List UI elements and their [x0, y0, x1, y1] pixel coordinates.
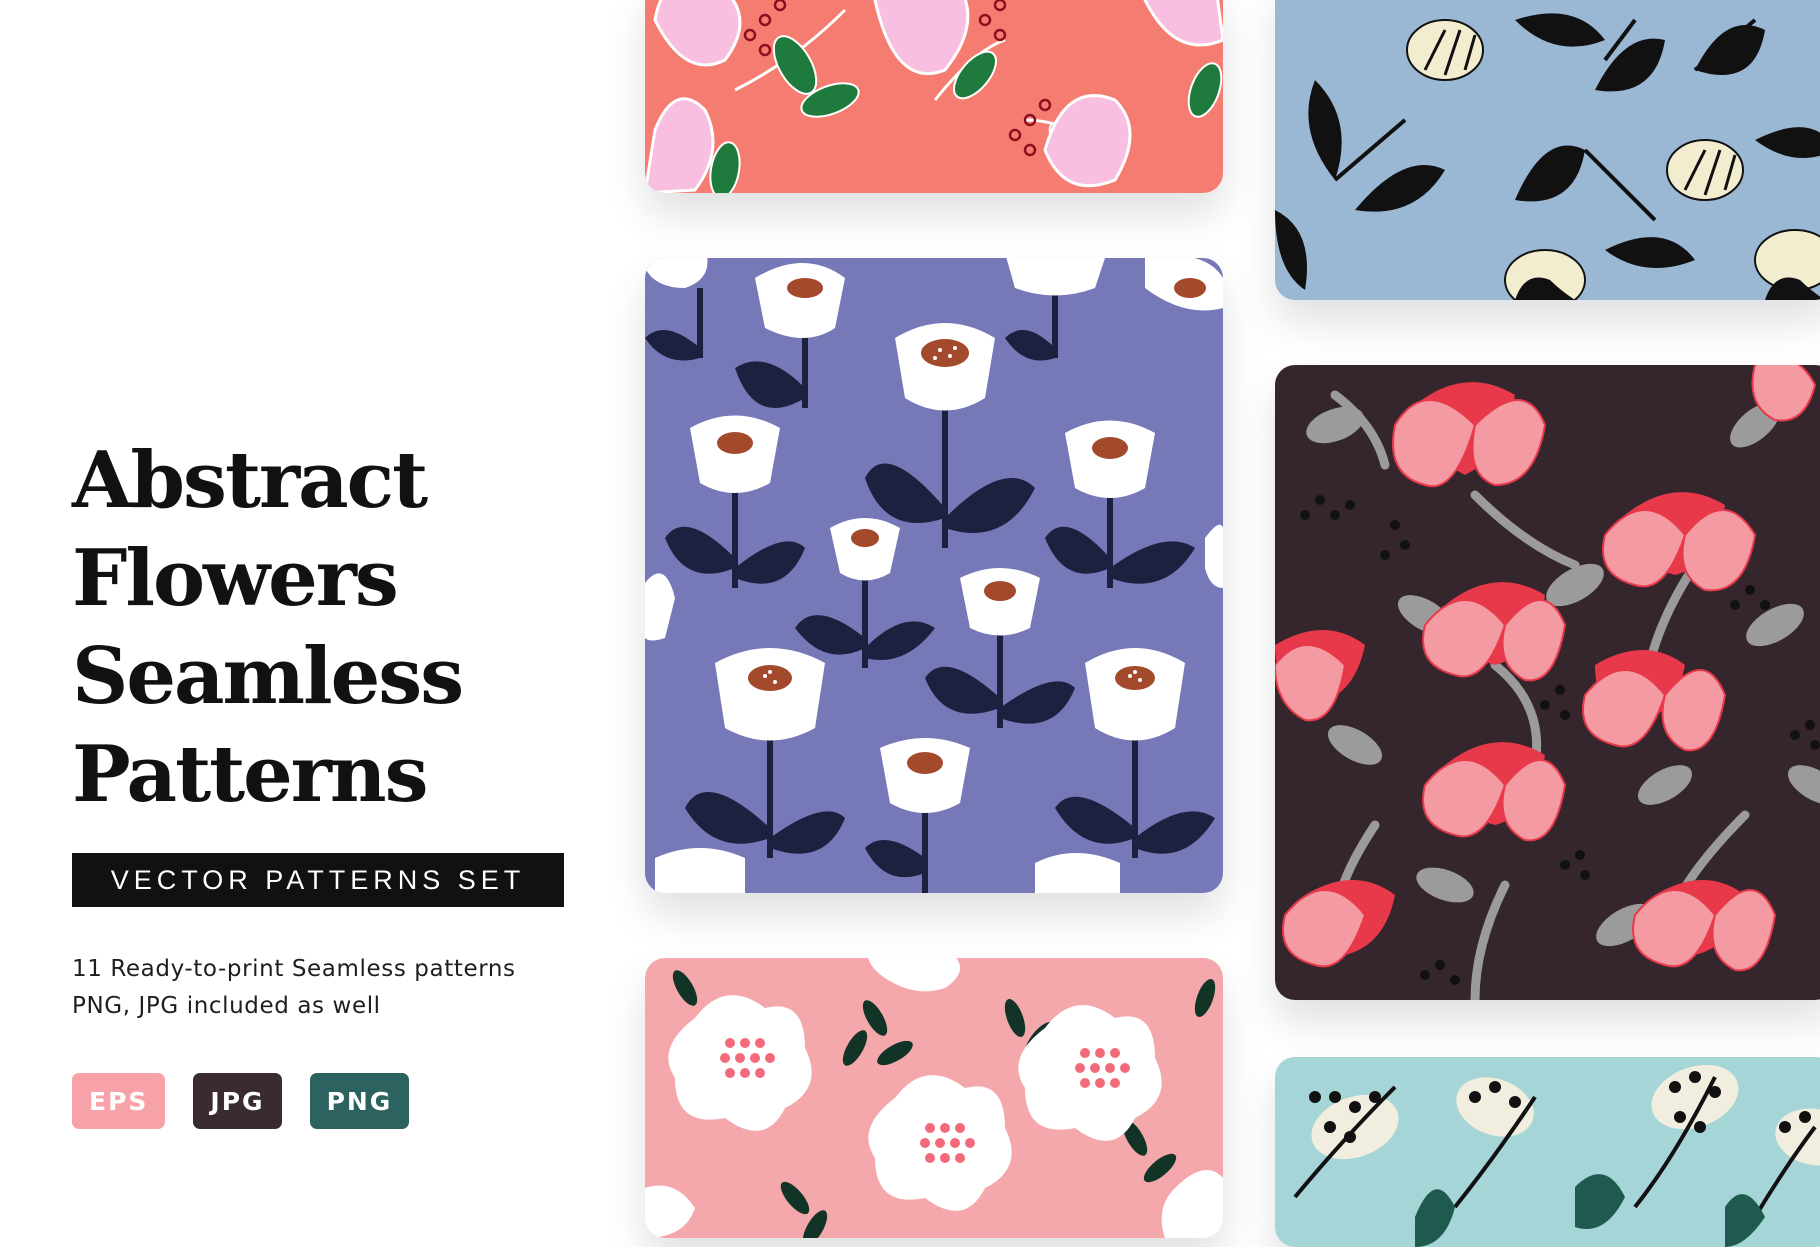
description: 11 Ready-to-print Seamless patterns PNG,… — [72, 951, 516, 1025]
coral-tulip-pattern — [645, 0, 1223, 193]
eps-badge: EPS — [72, 1073, 166, 1129]
coral-tulip-art — [645, 0, 1223, 193]
periwinkle-tulip-art — [645, 258, 1223, 893]
png-badge: PNG — [309, 1073, 410, 1129]
jpg-badge: JPG — [193, 1073, 282, 1129]
pink-white-flower-art — [645, 958, 1223, 1238]
title-line: Flowers — [72, 533, 399, 624]
vector-set-banner: VECTOR PATTERNS SET — [72, 853, 564, 907]
format-badges: EPS JPG PNG — [72, 1073, 410, 1129]
page-title: Abstract Flowers Seamless Patterns — [72, 432, 464, 824]
left-panel: Abstract Flowers Seamless Patterns VECTO… — [0, 0, 640, 1213]
dark-pink-blossom-pattern — [1275, 365, 1820, 1000]
periwinkle-tulip-pattern — [645, 258, 1223, 893]
title-line: Abstract — [72, 435, 428, 526]
description-line: 11 Ready-to-print Seamless patterns — [72, 956, 516, 982]
dark-pink-blossom-art — [1275, 365, 1820, 1000]
mint-berry-pattern — [1275, 1057, 1820, 1247]
title-line: Patterns — [72, 729, 429, 820]
description-line: PNG, JPG included as well — [72, 993, 381, 1019]
pink-white-flower-pattern — [645, 958, 1223, 1238]
title-line: Seamless — [72, 631, 464, 722]
blue-bud-art — [1275, 0, 1820, 300]
mint-berry-art — [1275, 1057, 1820, 1247]
blue-bud-pattern — [1275, 0, 1820, 300]
